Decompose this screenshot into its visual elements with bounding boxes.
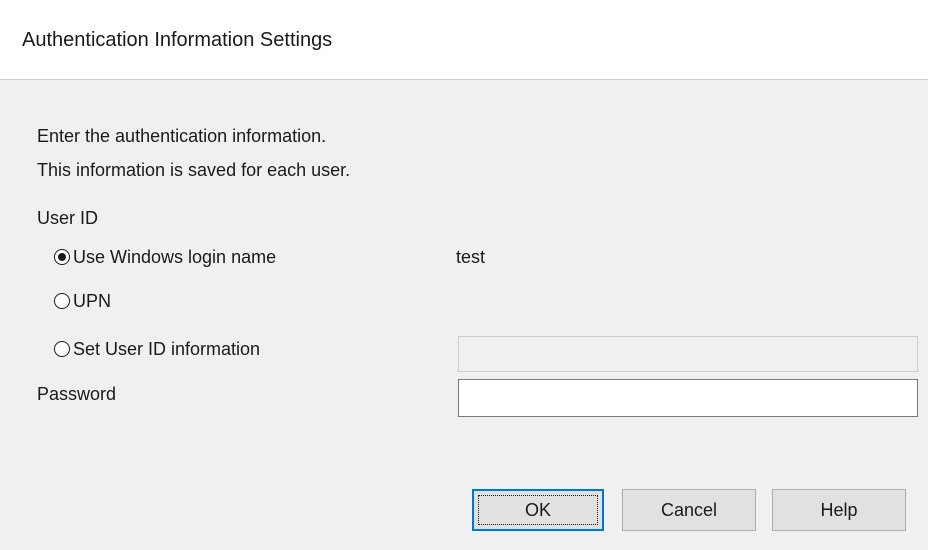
- radio-upn[interactable]: UPN: [54, 288, 111, 314]
- password-field[interactable]: [458, 379, 918, 417]
- ok-button-label: OK: [524, 499, 551, 520]
- cancel-button[interactable]: Cancel: [622, 489, 756, 531]
- title-bar: Authentication Information Settings: [0, 0, 928, 80]
- authentication-settings-dialog: Authentication Information Settings Ente…: [0, 0, 928, 550]
- radio-use-windows-login-name[interactable]: Use Windows login name: [54, 244, 276, 270]
- radio-label-windows-login: Use Windows login name: [73, 247, 277, 267]
- password-label: Password: [37, 384, 117, 404]
- instruction-line-1: Enter the authentication information.: [37, 126, 327, 146]
- help-button-label: Help: [820, 499, 858, 520]
- radio-unselected-icon[interactable]: [54, 341, 70, 357]
- cancel-button-label: Cancel: [660, 499, 718, 520]
- radio-selected-icon[interactable]: [54, 249, 70, 265]
- user-id-label: User ID: [37, 208, 99, 228]
- ok-button[interactable]: OK: [472, 489, 604, 531]
- instruction-line-2: This information is saved for each user.: [37, 160, 351, 180]
- user-id-information-field: [458, 336, 918, 372]
- window-title: Authentication Information Settings: [22, 29, 333, 51]
- help-button[interactable]: Help: [772, 489, 906, 531]
- radio-label-set-user-id: Set User ID information: [73, 339, 261, 359]
- radio-unselected-icon[interactable]: [54, 293, 70, 309]
- radio-set-user-id-information[interactable]: Set User ID information: [54, 336, 260, 362]
- radio-label-upn: UPN: [73, 291, 112, 311]
- windows-login-name-value: test: [456, 247, 486, 267]
